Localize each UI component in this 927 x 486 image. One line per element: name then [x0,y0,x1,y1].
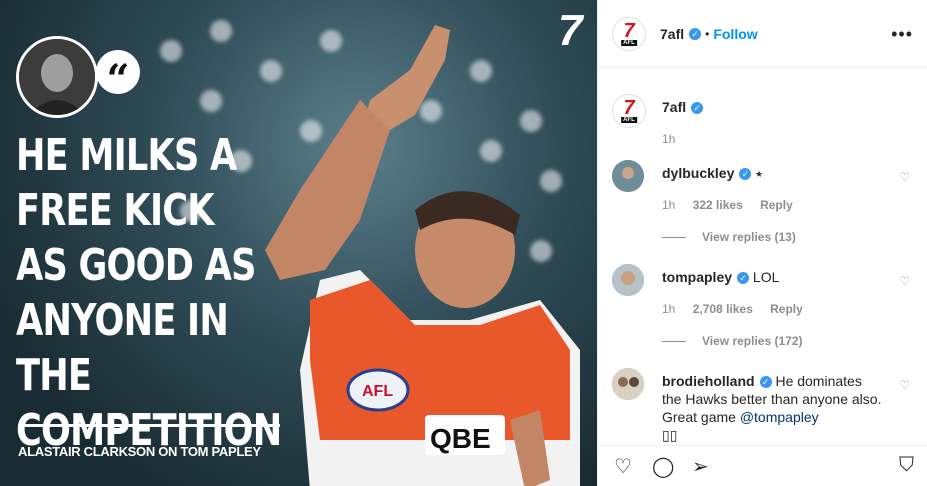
profile-avatar[interactable]: 7 AFL [612,16,646,51]
logo-afl: AFL [621,39,637,46]
comment-item: dylbuckley ✓ ⭑ 1h 322 likes Reply ♡ View … [612,160,914,250]
more-options-icon[interactable]: ••• [891,24,913,45]
action-bar: ♡ ◯ ➢ ⛉ [598,445,927,486]
view-replies-label: View replies (172) [702,334,803,348]
comment-text: LOL [752,269,780,285]
post-header: 7 AFL 7afl ✓ • Follow ••• [598,0,927,68]
verified-icon: ✓ [691,102,704,115]
view-replies-button[interactable]: View replies (172) [662,334,803,348]
svg-text:AFL: AFL [362,383,393,400]
replies-line [662,236,686,238]
headline: HE MILKS A FREE KICK AS GOOD AS ANYONE I… [16,130,282,456]
comment-body: dylbuckley ✓ ⭑ [662,164,884,182]
view-replies-button[interactable]: View replies (13) [662,230,796,244]
comment-meta: 1h 2,708 likes Reply [662,302,817,316]
verified-icon: ✓ [737,272,750,285]
verified-icon: ✓ [689,27,702,40]
comment-time[interactable]: 1h [662,302,675,316]
caption: 7 AFL 7afl ✓ 1h [612,94,914,154]
player-photo: AFL QBE [265,25,580,486]
heart-icon[interactable]: ♡ [899,170,910,184]
follow-button[interactable]: Follow [713,26,757,42]
comment-username[interactable]: tompapley [662,269,732,285]
quote-avatar [16,36,98,118]
divider [18,424,280,427]
comment-time[interactable]: 1h [662,198,675,212]
username-link[interactable]: 7afl [660,26,684,42]
caption-meta: 1h [662,132,689,146]
comment-likes[interactable]: 322 likes [693,198,743,212]
like-icon[interactable]: ♡ [614,454,632,479]
reply-button[interactable]: Reply [760,198,793,212]
comment-text-tail: ▯▯ [662,427,678,443]
post-image[interactable]: AFL QBE “ HE MILKS A FREE KICK AS GOOD A… [0,0,597,486]
comment-likes[interactable]: 2,708 likes [693,302,753,316]
channel-logo: 7 [558,6,583,55]
comment-body: tompapley ✓ LOL [662,268,884,286]
avatar[interactable] [612,264,644,296]
comment-meta: 1h 322 likes Reply [662,198,807,212]
verified-icon: ✓ [759,376,772,389]
separator-dot: • [705,26,710,41]
avatar[interactable] [612,368,644,400]
svg-text:QBE: QBE [430,423,491,454]
heart-icon[interactable]: ♡ [899,378,910,392]
comment-username[interactable]: brodieholland [662,373,755,389]
logo-afl: AFL [621,117,637,123]
comments-list[interactable]: 7 AFL 7afl ✓ 1h dylbuckley ✓ ⭑ 1h 322 like… [598,68,927,446]
comment-icon[interactable]: ◯ [652,454,674,479]
comment-item: brodieholland ✓ He dominates the Hawks be… [612,368,914,446]
reply-button[interactable]: Reply [770,302,803,316]
heart-icon[interactable]: ♡ [899,274,910,288]
logo-seven: 7 [623,19,635,42]
post-side-panel: 7 AFL 7afl ✓ • Follow ••• 7 AFL 7afl ✓ 1h [597,0,927,486]
verified-icon: ✓ [739,168,752,181]
mention-link[interactable]: @tompapley [740,409,819,425]
view-replies-label: View replies (13) [702,230,796,244]
quote-mark-icon: “ [96,50,140,103]
comment-item: tompapley ✓ LOL 1h 2,708 likes Reply ♡ Vi… [612,264,914,354]
share-icon[interactable]: ➢ [692,454,709,479]
comment-username[interactable]: dylbuckley [662,165,734,181]
bookmark-icon[interactable]: ⛉ [899,454,914,477]
attribution: ALASTAIR CLARKSON ON TOM PAPLEY [18,444,261,459]
replies-line [662,340,686,342]
avatar[interactable] [612,160,644,192]
comment-body: brodieholland ✓ He dominates the Hawks be… [662,372,884,444]
logo-seven: 7 [623,97,635,119]
caption-body: 7afl ✓ [662,98,884,116]
caption-username[interactable]: 7afl [662,99,686,115]
caption-time[interactable]: 1h [662,132,675,146]
caption-avatar[interactable]: 7 AFL [612,94,646,128]
comment-text: ⭑ [755,165,763,181]
